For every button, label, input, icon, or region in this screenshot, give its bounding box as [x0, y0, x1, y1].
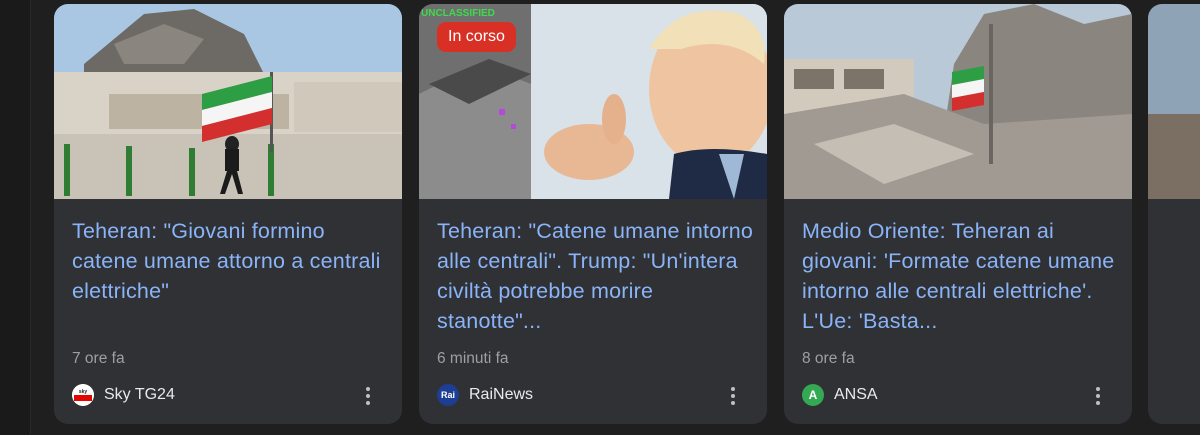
news-carousel[interactable]: Teheran: "Giovani formino catene umane a… [54, 4, 1200, 428]
news-thumbnail[interactable] [784, 4, 1132, 199]
live-badge: In corso [437, 22, 516, 52]
news-source[interactable]: A ANSA [802, 382, 878, 408]
ansa-logo-icon: A [802, 384, 824, 406]
more-options-icon[interactable] [723, 384, 743, 408]
news-timestamp: 7 ore fa [72, 350, 125, 367]
news-timestamp: 6 minuti fa [437, 350, 509, 367]
news-thumbnail [1148, 4, 1200, 199]
source-name: RaiNews [469, 386, 534, 403]
image-caption: UNCLASSIFIED [421, 8, 495, 19]
more-options-icon[interactable] [358, 384, 378, 408]
news-source[interactable]: sky Sky TG24 [72, 382, 175, 408]
more-options-icon[interactable] [1088, 384, 1108, 408]
news-source[interactable]: Rai RaiNews [437, 382, 533, 408]
svg-text:sky: sky [79, 389, 88, 395]
news-card-partial[interactable] [1148, 4, 1200, 424]
news-timestamp: 8 ore fa [802, 350, 855, 367]
news-headline[interactable]: Teheran: "Giovani formino catene umane a… [72, 216, 390, 306]
sky-tg24-logo-icon: sky [72, 384, 94, 406]
news-card[interactable]: UNCLASSIFIED In corso Teheran: "Catene u… [419, 4, 767, 424]
left-panel-edge [0, 0, 31, 435]
news-card[interactable]: Teheran: "Giovani formino catene umane a… [54, 4, 402, 424]
source-name: Sky TG24 [104, 386, 175, 403]
news-headline[interactable]: Medio Oriente: Teheran ai giovani: 'Form… [802, 216, 1120, 336]
news-thumbnail[interactable] [54, 4, 402, 199]
news-headline[interactable]: Teheran: "Catene umane intorno alle cent… [437, 216, 755, 336]
news-card[interactable]: Medio Oriente: Teheran ai giovani: 'Form… [784, 4, 1132, 424]
source-name: ANSA [834, 386, 878, 403]
rai-logo-icon: Rai [437, 384, 459, 406]
